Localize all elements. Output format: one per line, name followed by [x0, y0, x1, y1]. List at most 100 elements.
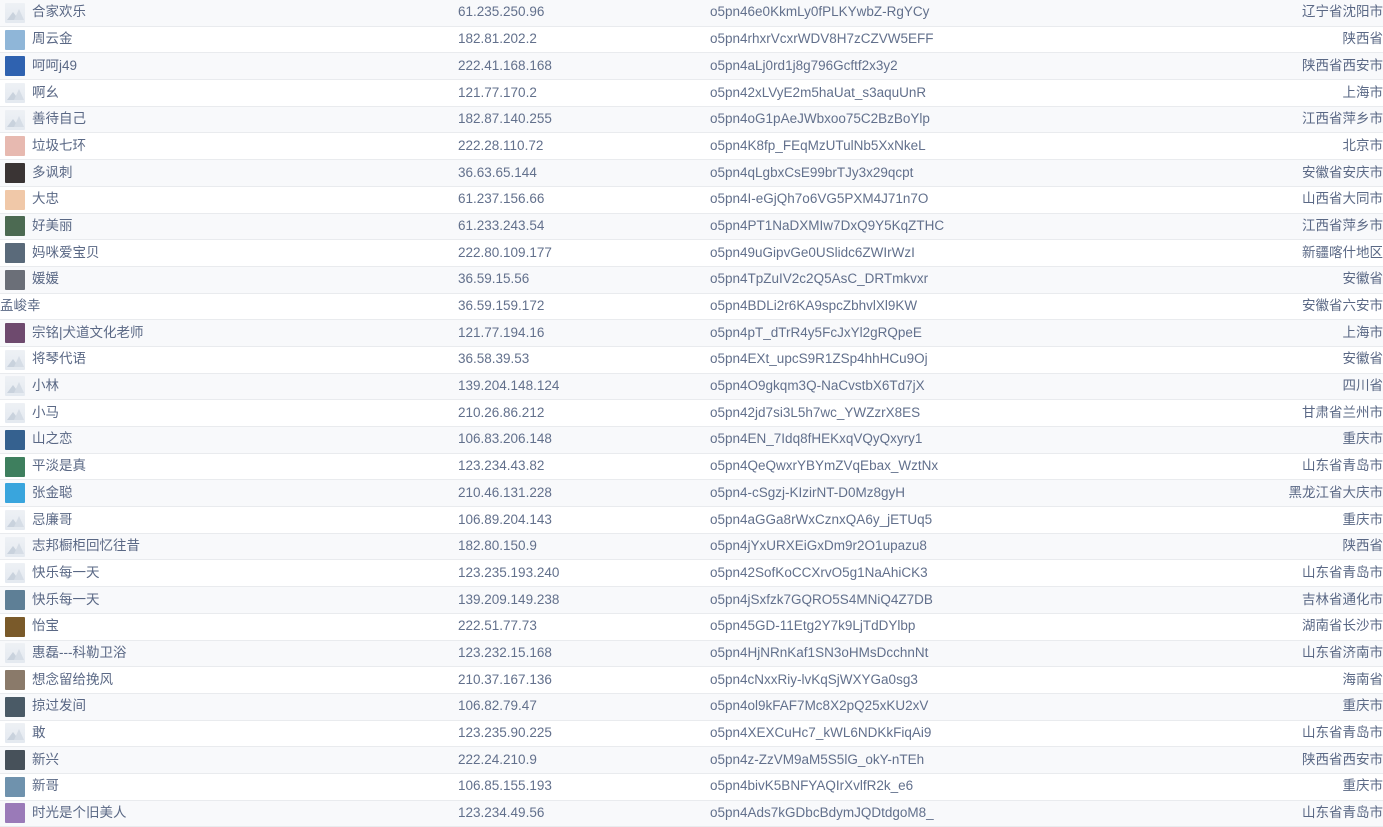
table-row[interactable]: 媛媛 36.59.15.56 o5pn4TpZuIV2c2Q5AsC_DRTmkvx… — [0, 266, 1383, 294]
cell-nickname: 敢 — [0, 720, 458, 748]
openid-label: o5pn4PT1NaDXMIw7DxQ9Y5KqZTHC — [710, 217, 945, 233]
avatar[interactable] — [5, 776, 25, 797]
placeholder-landscape-icon[interactable] — [5, 723, 25, 744]
table-row[interactable]: 志邦橱柜回忆往昔 182.80.150.9 o5pn4jYxURXEiGxDm9r2… — [0, 533, 1383, 561]
cell-region: 山东省青岛市 — [1263, 720, 1383, 748]
avatar[interactable] — [5, 243, 25, 264]
cell-openid: o5pn4jSxfzk7GQRO5S4MNiQ4Z7DB — [710, 586, 1263, 614]
openid-label: o5pn4qLgbxCsE99brTJy3x29qcpt — [710, 164, 914, 180]
table-row[interactable]: 妈咪爱宝贝 222.80.109.177 o5pn49uGipvGe0USlidc6… — [0, 239, 1383, 267]
region-label: 吉林省通化市 — [1302, 591, 1383, 607]
cell-openid: o5pn4TpZuIV2c2Q5AsC_DRTmkvxr — [710, 266, 1263, 294]
cell-openid: o5pn4ol9kFAF7Mc8X2pQ25xKU2xV — [710, 693, 1263, 721]
cell-region: 吉林省通化市 — [1263, 586, 1383, 614]
ip-address-label: 36.63.65.144 — [458, 164, 537, 180]
table-row[interactable]: 啊幺 121.77.170.2 o5pn42xLVyE2m5haUat_s3aquU… — [0, 79, 1383, 107]
avatar[interactable] — [5, 56, 25, 77]
placeholder-landscape-icon[interactable] — [5, 349, 25, 370]
avatar[interactable] — [5, 670, 25, 691]
avatar[interactable] — [5, 750, 25, 771]
avatar[interactable] — [5, 429, 25, 450]
avatar[interactable] — [5, 162, 25, 183]
placeholder-landscape-icon[interactable] — [5, 403, 25, 424]
table-row[interactable]: 大忠 61.237.156.66 o5pn4I-eGjQh7o6VG5PXM4J71… — [0, 186, 1383, 214]
table-row[interactable]: 周云金 182.81.202.2 o5pn4rhxrVcxrWDV8H7zCZVW5… — [0, 26, 1383, 54]
cell-region: 上海市 — [1263, 319, 1383, 347]
table-row[interactable]: 敢 123.235.90.225 o5pn4XEXCuHc7_kWL6NDKkFiq… — [0, 720, 1383, 748]
table-row[interactable]: 多讽刺 36.63.65.144 o5pn4qLgbxCsE99brTJy3x29q… — [0, 159, 1383, 187]
table-row[interactable]: 想念留给挽风 210.37.167.136 o5pn4cNxxRiy-lvKqSjW… — [0, 666, 1383, 694]
nickname-wrapper: 啊幺 — [0, 80, 458, 105]
avatar[interactable] — [5, 323, 25, 344]
placeholder-landscape-icon[interactable] — [5, 2, 25, 23]
nickname-wrapper: 张金聪 — [0, 480, 458, 505]
table-row[interactable]: 怡宝 222.51.77.73 o5pn45GD-11Etg2Y7k9LjTdDYl… — [0, 613, 1383, 641]
table-row[interactable]: 山之恋 106.83.206.148 o5pn4EN_7Idq8fHEKxqVQyQ… — [0, 426, 1383, 454]
avatar[interactable] — [5, 589, 25, 610]
nickname-label: 宗铭|犬道文化老师 — [32, 324, 144, 340]
ip-address-label: 182.80.150.9 — [458, 538, 537, 554]
table-row[interactable]: 新兴 222.24.210.9 o5pn4z-ZzVM9aM5S5lG_okY-nT… — [0, 746, 1383, 774]
cell-region: 山东省济南市 — [1263, 640, 1383, 668]
table-row[interactable]: 宗铭|犬道文化老师 121.77.194.16 o5pn4pT_dTrR4y5FcJ… — [0, 319, 1383, 347]
placeholder-landscape-icon[interactable] — [5, 536, 25, 557]
table-row[interactable]: 孟峻幸 36.59.159.172 o5pn4BDLi2r6KA9spcZbhvlX… — [0, 293, 1383, 321]
cell-region: 安徽省六安市 — [1263, 293, 1383, 321]
table-row[interactable]: 掠过发间 106.82.79.47 o5pn4ol9kFAF7Mc8X2pQ25xK… — [0, 693, 1383, 721]
table-row[interactable]: 忌廉哥 106.89.204.143 o5pn4aGGa8rWxCznxQA6y_j… — [0, 506, 1383, 534]
table-row[interactable]: 小马 210.26.86.212 o5pn42jd7si3L5h7wc_YWZzrX… — [0, 399, 1383, 427]
nickname-label: 想念留给挽风 — [32, 671, 113, 687]
cell-ip-address: 36.58.39.53 — [458, 346, 710, 374]
nickname-wrapper: 时光是个旧美人 — [0, 801, 458, 826]
nickname-wrapper: 快乐每一天 — [0, 587, 458, 612]
table-row[interactable]: 好美丽 61.233.243.54 o5pn4PT1NaDXMIw7DxQ9Y5Kq… — [0, 213, 1383, 241]
ip-address-label: 61.237.156.66 — [458, 191, 545, 207]
placeholder-landscape-icon[interactable] — [5, 376, 25, 397]
avatar[interactable] — [5, 136, 25, 157]
avatar[interactable] — [5, 269, 25, 290]
placeholder-landscape-icon[interactable] — [5, 509, 25, 530]
avatar[interactable] — [5, 216, 25, 237]
cell-openid: o5pn4-cSgzj-KIzirNT-D0Mz8gyH — [710, 479, 1263, 508]
table-row[interactable]: 小林 139.204.148.124 o5pn4O9gkqm3Q-NaCvstbX6… — [0, 373, 1383, 401]
cell-nickname: 掠过发间 — [0, 693, 458, 721]
nickname-wrapper: 呵呵j49 — [0, 53, 458, 78]
avatar[interactable] — [5, 803, 25, 824]
nickname-wrapper: 掠过发间 — [0, 694, 458, 719]
cell-openid: o5pn4K8fp_FEqMzUTulNb5XxNkeL — [710, 132, 1263, 161]
placeholder-landscape-icon[interactable] — [5, 643, 25, 664]
table-row[interactable]: 合家欢乐 61.235.250.96 o5pn46e0KkmLy0fPLKYwbZ-… — [0, 0, 1383, 27]
placeholder-landscape-icon[interactable] — [5, 82, 25, 103]
avatar[interactable] — [5, 29, 25, 50]
cell-ip-address: 106.85.155.193 — [458, 773, 710, 801]
ip-address-label: 182.87.140.255 — [458, 111, 552, 127]
placeholder-landscape-icon[interactable] — [5, 563, 25, 584]
table-row[interactable]: 时光是个旧美人 123.234.49.56 o5pn4Ads7kGDbcBdymJQ… — [0, 800, 1383, 827]
openid-label: o5pn4I-eGjQh7o6VG5PXM4J71n7O — [710, 191, 929, 207]
region-label: 山东省济南市 — [1302, 644, 1383, 660]
table-row[interactable]: 呵呵j49 222.41.168.168 o5pn4aLj0rd1j8g796Gcf… — [0, 52, 1383, 81]
cell-ip-address: 139.209.149.238 — [458, 586, 710, 614]
table-row[interactable]: 快乐每一天 123.235.193.240 o5pn42SofKoCCXrvO5g1… — [0, 559, 1383, 588]
table-row[interactable]: 快乐每一天 139.209.149.238 o5pn4jSxfzk7GQRO5S4M… — [0, 586, 1383, 614]
openid-label: o5pn49uGipvGe0USlidc6ZWIrWzI — [710, 244, 915, 260]
avatar[interactable] — [5, 189, 25, 210]
table-row[interactable]: 将琴代语 36.58.39.53 o5pn4EXt_upcS9R1ZSp4hhHCu… — [0, 346, 1383, 374]
cell-nickname: 多讽刺 — [0, 159, 458, 187]
table-row[interactable]: 平淡是真 123.234.43.82 o5pn4QeQwxrYBYmZVqEbax_… — [0, 453, 1383, 481]
cell-ip-address: 210.37.167.136 — [458, 666, 710, 694]
avatar[interactable] — [5, 456, 25, 477]
cell-nickname: 垃圾七环 — [0, 132, 458, 161]
nickname-wrapper: 山之恋 — [0, 427, 458, 452]
nickname-label: 小林 — [32, 378, 59, 394]
avatar[interactable] — [5, 483, 25, 504]
table-row[interactable]: 垃圾七环 222.28.110.72 o5pn4K8fp_FEqMzUTulNb5X… — [0, 132, 1383, 161]
placeholder-landscape-icon[interactable] — [5, 109, 25, 130]
table-row[interactable]: 张金聪 210.46.131.228 o5pn4-cSgzj-KIzirNT-D0M… — [0, 479, 1383, 508]
table-row[interactable]: 惠磊---科勒卫浴 123.232.15.168 o5pn4HjNRnKaf1SN3… — [0, 640, 1383, 668]
table-row[interactable]: 善待自己 182.87.140.255 o5pn4oG1pAeJWbxoo75C2B… — [0, 106, 1383, 134]
avatar[interactable] — [5, 696, 25, 717]
cell-openid: o5pn42jd7si3L5h7wc_YWZzrX8ES — [710, 399, 1263, 427]
avatar[interactable] — [5, 616, 25, 637]
table-row[interactable]: 新哥 106.85.155.193 o5pn4bivK5BNFYAQIrXvlfR2… — [0, 773, 1383, 801]
